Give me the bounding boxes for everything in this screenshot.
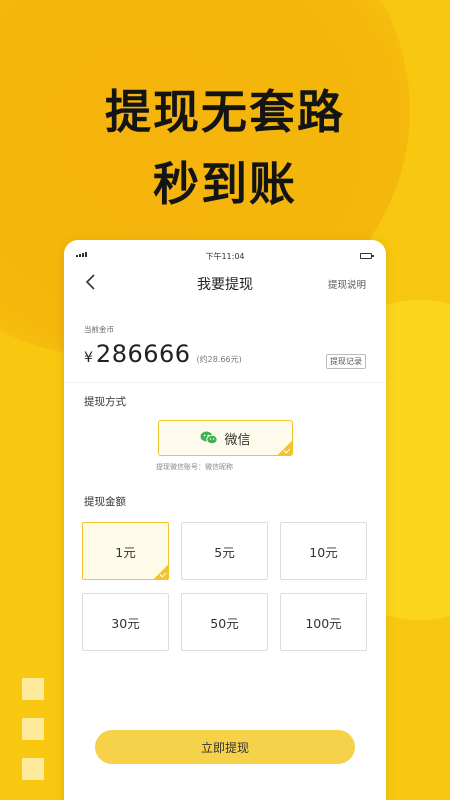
divider <box>64 382 386 383</box>
amount-label: 提现金额 <box>84 496 126 508</box>
amount-option[interactable]: 50元 <box>181 593 268 651</box>
selected-check-icon <box>278 441 292 455</box>
amount-option[interactable]: 5元 <box>181 522 268 580</box>
wechat-account-tip: 提现微信账号：微信昵称 <box>156 463 233 471</box>
amount-option-label: 100元 <box>305 615 342 631</box>
amount-option-label: 1元 <box>115 544 136 560</box>
battery-icon <box>360 253 374 259</box>
wechat-label: 微信 <box>224 432 251 448</box>
decorative-square <box>22 718 44 740</box>
withdraw-now-button[interactable]: 立即提现 <box>95 730 355 764</box>
wechat-icon <box>200 431 219 445</box>
amount-option[interactable]: 1元 <box>82 522 169 580</box>
amount-option-label: 10元 <box>309 544 338 560</box>
nav-bar: 我要提现 提现说明 <box>64 262 386 302</box>
decorative-squares <box>22 678 44 798</box>
current-coins-label: 当前金币 <box>84 325 114 334</box>
status-time: 下午11:04 <box>205 252 245 261</box>
status-bar: 下午11:04 <box>64 240 386 262</box>
balance-approx: (约28.66元) <box>196 355 242 364</box>
amount-option[interactable]: 100元 <box>280 593 367 651</box>
withdraw-instructions-link[interactable]: 提现说明 <box>328 277 366 291</box>
decorative-square <box>22 678 44 700</box>
phone-screen: 下午11:04 我要提现 提现说明 当前金币 ¥ 286666 (约28.66元… <box>64 240 386 800</box>
balance-display: ¥ 286666 (约28.66元) <box>84 340 242 368</box>
balance-amount: 286666 <box>95 340 191 368</box>
amount-option[interactable]: 30元 <box>82 593 169 651</box>
promo-subheadline: 秒到账 <box>153 157 297 211</box>
decorative-square <box>22 758 44 780</box>
amount-option-label: 5元 <box>214 544 235 560</box>
promo-headline: 提现无套路 <box>105 85 345 139</box>
currency-symbol: ¥ <box>84 350 93 366</box>
method-label: 提现方式 <box>84 396 126 408</box>
amount-option-label: 50元 <box>210 615 239 631</box>
wechat-method-option[interactable]: 微信 <box>158 420 293 456</box>
amount-option[interactable]: 10元 <box>280 522 367 580</box>
amount-option-label: 30元 <box>111 615 140 631</box>
selected-check-icon <box>154 565 168 579</box>
withdraw-record-button[interactable]: 提现记录 <box>326 354 366 369</box>
